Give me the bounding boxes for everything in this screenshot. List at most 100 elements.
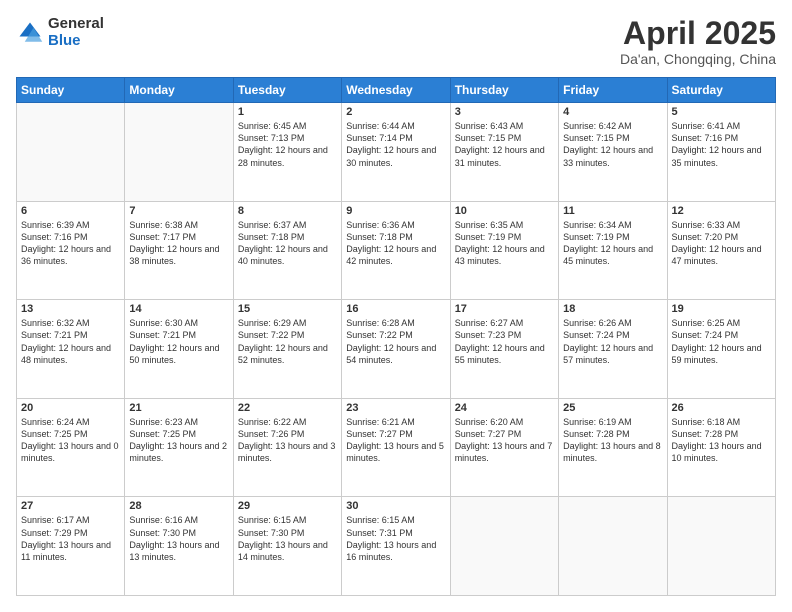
calendar-cell: 19 Sunrise: 6:25 AM Sunset: 7:24 PM Dayli… — [667, 300, 775, 399]
day-info: Sunrise: 6:15 AM Sunset: 7:30 PM Dayligh… — [238, 514, 337, 563]
day-info: Sunrise: 6:20 AM Sunset: 7:27 PM Dayligh… — [455, 416, 554, 465]
day-info: Sunrise: 6:42 AM Sunset: 7:15 PM Dayligh… — [563, 120, 662, 169]
day-number: 20 — [21, 402, 120, 414]
day-info: Sunrise: 6:18 AM Sunset: 7:28 PM Dayligh… — [672, 416, 771, 465]
day-info: Sunrise: 6:43 AM Sunset: 7:15 PM Dayligh… — [455, 120, 554, 169]
logo-icon — [16, 19, 44, 47]
calendar-week-row: 1 Sunrise: 6:45 AM Sunset: 7:13 PM Daylig… — [17, 103, 776, 202]
day-info: Sunrise: 6:30 AM Sunset: 7:21 PM Dayligh… — [129, 317, 228, 366]
title-block: April 2025 Da'an, Chongqing, China — [620, 16, 776, 67]
calendar-cell: 14 Sunrise: 6:30 AM Sunset: 7:21 PM Dayli… — [125, 300, 233, 399]
day-number: 14 — [129, 303, 228, 315]
day-info: Sunrise: 6:19 AM Sunset: 7:28 PM Dayligh… — [563, 416, 662, 465]
calendar-cell: 23Sunrise: 6:21 AM Sunset: 7:27 PM Dayli… — [342, 398, 450, 497]
calendar-cell: 8Sunrise: 6:37 AM Sunset: 7:18 PM Daylig… — [233, 201, 341, 300]
day-header-monday: Monday — [125, 78, 233, 103]
day-number: 1 — [238, 106, 337, 118]
calendar-cell — [125, 103, 233, 202]
day-header-friday: Friday — [559, 78, 667, 103]
day-header-sunday: Sunday — [17, 78, 125, 103]
day-number: 12 — [672, 205, 771, 217]
day-info: Sunrise: 6:32 AM Sunset: 7:21 PM Dayligh… — [21, 317, 120, 366]
calendar-cell: 22Sunrise: 6:22 AM Sunset: 7:26 PM Dayli… — [233, 398, 341, 497]
day-number: 10 — [455, 205, 554, 217]
calendar-cell: 21Sunrise: 6:23 AM Sunset: 7:25 PM Dayli… — [125, 398, 233, 497]
day-number: 7 — [129, 205, 228, 217]
day-number: 24 — [455, 402, 554, 414]
day-header-saturday: Saturday — [667, 78, 775, 103]
day-info: Sunrise: 6:45 AM Sunset: 7:13 PM Dayligh… — [238, 120, 337, 169]
day-info: Sunrise: 6:35 AM Sunset: 7:19 PM Dayligh… — [455, 219, 554, 268]
calendar-cell — [17, 103, 125, 202]
day-number: 15 — [238, 303, 337, 315]
day-number: 18 — [563, 303, 662, 315]
day-number: 17 — [455, 303, 554, 315]
calendar-cell: 3 Sunrise: 6:43 AM Sunset: 7:15 PM Daylig… — [450, 103, 558, 202]
day-info: Sunrise: 6:16 AM Sunset: 7:30 PM Dayligh… — [129, 514, 228, 563]
day-info: Sunrise: 6:27 AM Sunset: 7:23 PM Dayligh… — [455, 317, 554, 366]
day-info: Sunrise: 6:39 AM Sunset: 7:16 PM Dayligh… — [21, 219, 120, 268]
calendar-cell: 30 Sunrise: 6:15 AM Sunset: 7:31 PM Dayli… — [342, 497, 450, 596]
calendar-cell: 1 Sunrise: 6:45 AM Sunset: 7:13 PM Daylig… — [233, 103, 341, 202]
calendar-cell: 28Sunrise: 6:16 AM Sunset: 7:30 PM Dayli… — [125, 497, 233, 596]
day-info: Sunrise: 6:15 AM Sunset: 7:31 PM Dayligh… — [346, 514, 445, 563]
day-number: 9 — [346, 205, 445, 217]
day-number: 2 — [346, 106, 445, 118]
calendar-cell: 29 Sunrise: 6:15 AM Sunset: 7:30 PM Dayli… — [233, 497, 341, 596]
calendar-cell: 18Sunrise: 6:26 AM Sunset: 7:24 PM Dayli… — [559, 300, 667, 399]
calendar-week-row: 6 Sunrise: 6:39 AM Sunset: 7:16 PM Daylig… — [17, 201, 776, 300]
day-number: 26 — [672, 402, 771, 414]
day-info: Sunrise: 6:28 AM Sunset: 7:22 PM Dayligh… — [346, 317, 445, 366]
day-number: 3 — [455, 106, 554, 118]
day-info: Sunrise: 6:25 AM Sunset: 7:24 PM Dayligh… — [672, 317, 771, 366]
day-header-thursday: Thursday — [450, 78, 558, 103]
calendar-week-row: 20 Sunrise: 6:24 AM Sunset: 7:25 PM Dayli… — [17, 398, 776, 497]
calendar-table: SundayMondayTuesdayWednesdayThursdayFrid… — [16, 77, 776, 596]
calendar-cell: 16 Sunrise: 6:28 AM Sunset: 7:22 PM Dayli… — [342, 300, 450, 399]
day-info: Sunrise: 6:36 AM Sunset: 7:18 PM Dayligh… — [346, 219, 445, 268]
day-info: Sunrise: 6:41 AM Sunset: 7:16 PM Dayligh… — [672, 120, 771, 169]
day-number: 19 — [672, 303, 771, 315]
header: General Blue April 2025 Da'an, Chongqing… — [16, 16, 776, 67]
day-number: 4 — [563, 106, 662, 118]
day-number: 25 — [563, 402, 662, 414]
day-number: 29 — [238, 500, 337, 512]
calendar-title: April 2025 — [620, 16, 776, 51]
day-header-wednesday: Wednesday — [342, 78, 450, 103]
day-number: 30 — [346, 500, 445, 512]
day-info: Sunrise: 6:38 AM Sunset: 7:17 PM Dayligh… — [129, 219, 228, 268]
day-number: 16 — [346, 303, 445, 315]
day-number: 23 — [346, 402, 445, 414]
calendar-week-row: 13Sunrise: 6:32 AM Sunset: 7:21 PM Dayli… — [17, 300, 776, 399]
calendar-cell — [667, 497, 775, 596]
day-info: Sunrise: 6:34 AM Sunset: 7:19 PM Dayligh… — [563, 219, 662, 268]
calendar-cell: 12Sunrise: 6:33 AM Sunset: 7:20 PM Dayli… — [667, 201, 775, 300]
calendar-cell: 4 Sunrise: 6:42 AM Sunset: 7:15 PM Daylig… — [559, 103, 667, 202]
day-number: 21 — [129, 402, 228, 414]
calendar-cell: 2 Sunrise: 6:44 AM Sunset: 7:14 PM Daylig… — [342, 103, 450, 202]
day-header-tuesday: Tuesday — [233, 78, 341, 103]
calendar-cell: 20 Sunrise: 6:24 AM Sunset: 7:25 PM Dayli… — [17, 398, 125, 497]
logo-text: General Blue — [48, 16, 104, 49]
day-info: Sunrise: 6:24 AM Sunset: 7:25 PM Dayligh… — [21, 416, 120, 465]
calendar-cell: 7 Sunrise: 6:38 AM Sunset: 7:17 PM Daylig… — [125, 201, 233, 300]
day-number: 5 — [672, 106, 771, 118]
logo-blue: Blue — [48, 33, 104, 50]
calendar-header-row: SundayMondayTuesdayWednesdayThursdayFrid… — [17, 78, 776, 103]
calendar-cell: 15Sunrise: 6:29 AM Sunset: 7:22 PM Dayli… — [233, 300, 341, 399]
calendar-cell: 13Sunrise: 6:32 AM Sunset: 7:21 PM Dayli… — [17, 300, 125, 399]
day-number: 22 — [238, 402, 337, 414]
calendar-cell: 5 Sunrise: 6:41 AM Sunset: 7:16 PM Daylig… — [667, 103, 775, 202]
calendar-week-row: 27Sunrise: 6:17 AM Sunset: 7:29 PM Dayli… — [17, 497, 776, 596]
day-info: Sunrise: 6:44 AM Sunset: 7:14 PM Dayligh… — [346, 120, 445, 169]
day-number: 6 — [21, 205, 120, 217]
day-number: 27 — [21, 500, 120, 512]
calendar-cell: 9 Sunrise: 6:36 AM Sunset: 7:18 PM Daylig… — [342, 201, 450, 300]
calendar-cell: 17 Sunrise: 6:27 AM Sunset: 7:23 PM Dayli… — [450, 300, 558, 399]
day-info: Sunrise: 6:37 AM Sunset: 7:18 PM Dayligh… — [238, 219, 337, 268]
calendar-cell: 26 Sunrise: 6:18 AM Sunset: 7:28 PM Dayli… — [667, 398, 775, 497]
calendar-cell: 10 Sunrise: 6:35 AM Sunset: 7:19 PM Dayli… — [450, 201, 558, 300]
calendar-cell: 24 Sunrise: 6:20 AM Sunset: 7:27 PM Dayli… — [450, 398, 558, 497]
calendar-cell: 6 Sunrise: 6:39 AM Sunset: 7:16 PM Daylig… — [17, 201, 125, 300]
calendar-cell: 27Sunrise: 6:17 AM Sunset: 7:29 PM Dayli… — [17, 497, 125, 596]
